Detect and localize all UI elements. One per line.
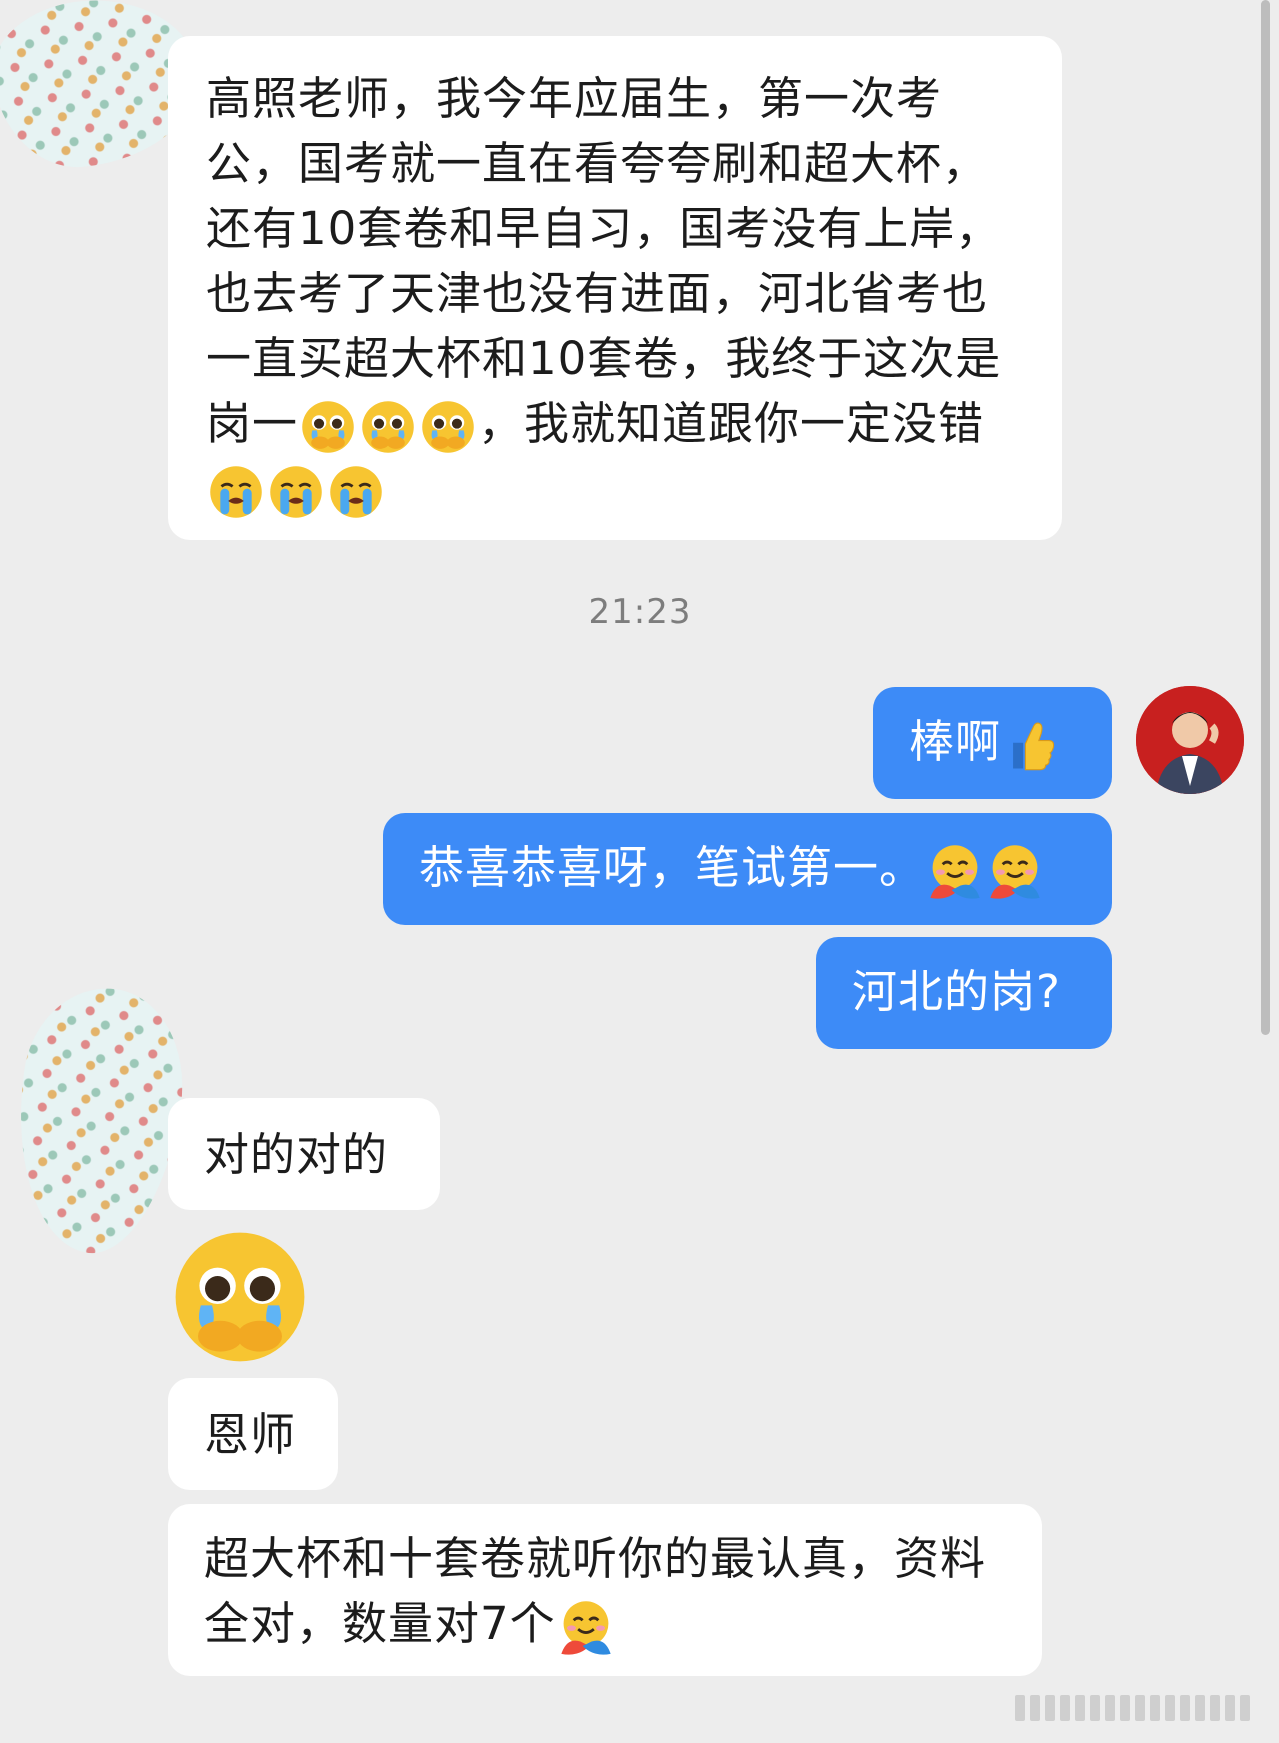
pleading-face-icon [360,399,416,455]
pleading-face-icon [420,399,476,455]
scrollbar[interactable] [1261,0,1270,1035]
chat-view: 高照老师，我今年应届生，第一次考公，国考就一直在看夸夸刷和超大杯，还有10套卷和… [0,0,1279,1743]
watermark [1015,1693,1265,1723]
message-text: 对的对的 [204,1128,389,1181]
incoming-message[interactable]: 高照老师，我今年应届生，第一次考公，国考就一直在看夸夸刷和超大杯，还有10套卷和… [168,36,1062,540]
message-text: 河北的岗? [852,965,1061,1018]
message-text: 棒啊 [909,715,1002,768]
outgoing-message[interactable]: 河北的岗? [816,937,1112,1049]
crying-face-icon [208,464,264,520]
crying-face-icon [328,464,384,520]
outgoing-message[interactable]: 恭喜恭喜呀，笔试第一。 [383,813,1112,925]
contact-avatar[interactable] [0,978,196,1263]
my-avatar[interactable] [1136,686,1244,794]
incoming-message[interactable]: 恩师 [168,1378,338,1490]
hugging-face-icon [987,843,1043,899]
pleading-face-icon [300,399,356,455]
pleading-face-sticker-icon[interactable] [170,1226,310,1368]
outgoing-message[interactable]: 棒啊 [873,687,1112,799]
message-text: 高照老师，我今年应届生，第一次考公，国考就一直在看夸夸刷和超大杯，还有10套卷和… [206,72,1002,450]
crying-face-icon [268,464,324,520]
incoming-message[interactable]: 超大杯和十套卷就听你的最认真，资料全对，数量对7个 [168,1504,1042,1676]
person-portrait-icon [1136,686,1244,794]
message-text: 恩师 [204,1408,297,1461]
hugging-face-icon [558,1599,614,1655]
message-timestamp: 21:23 [588,592,692,632]
message-text: 恭喜恭喜呀，笔试第一。 [419,841,926,894]
message-text: ，我就知道跟你一定没错 [478,397,985,450]
incoming-message[interactable]: 对的对的 [168,1098,440,1210]
thumbs-up-icon [1003,717,1059,773]
hugging-face-icon [927,843,983,899]
